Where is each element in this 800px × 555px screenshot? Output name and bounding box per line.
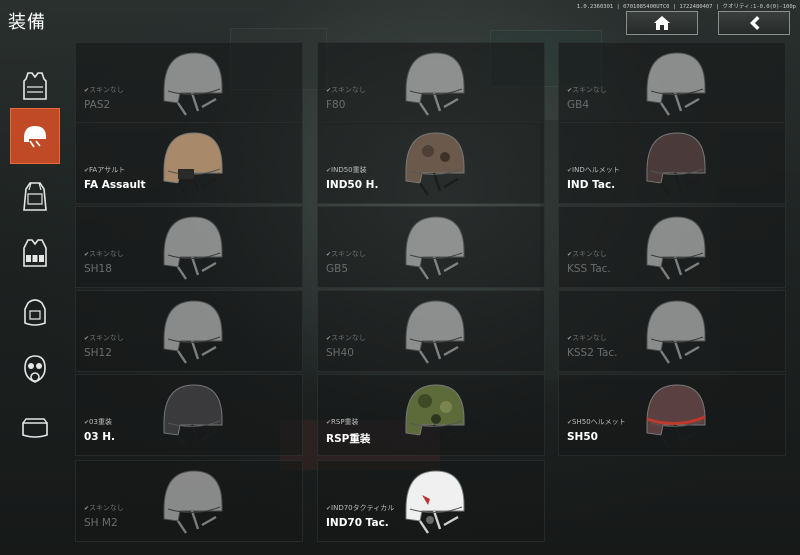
- equipment-card[interactable]: FAアサルト FA Assault: [75, 122, 303, 204]
- equipment-card[interactable]: スキンなし SH40: [317, 290, 545, 372]
- helmet-icon: [24, 126, 46, 148]
- sidebar-item-pouch[interactable]: [10, 400, 60, 456]
- skin-label: INDヘルメット: [567, 165, 620, 175]
- equipment-card[interactable]: スキンなし PAS2: [75, 42, 303, 124]
- equipment-card[interactable]: RSP重装 RSP重装: [317, 374, 545, 456]
- skin-label: SH50ヘルメット: [567, 417, 626, 427]
- equipment-name: KSS2 Tac.: [567, 347, 618, 359]
- equipment-name: IND70 Tac.: [326, 517, 389, 529]
- equipment-card[interactable]: SH50ヘルメット SH50: [558, 374, 786, 456]
- equipment-card[interactable]: IND50重装 IND50 H.: [317, 122, 545, 204]
- equipment-card[interactable]: スキンなし GB5: [317, 206, 545, 288]
- equipment-card[interactable]: スキンなし SH M2: [75, 460, 303, 542]
- helmet-icon: [158, 47, 228, 121]
- skin-label: スキンなし: [84, 503, 124, 513]
- equipment-name: SH18: [84, 263, 112, 275]
- helmet-icon: [641, 295, 711, 369]
- skin-label: スキンなし: [326, 249, 366, 259]
- skin-label: スキンなし: [326, 333, 366, 343]
- equipment-card[interactable]: スキンなし SH18: [75, 206, 303, 288]
- helmet-icon: [641, 211, 711, 285]
- helmet-icon: [158, 379, 228, 453]
- equipment-name: GB5: [326, 263, 349, 275]
- pouch-icon: [22, 418, 48, 438]
- pack-icon: [24, 299, 46, 326]
- helmet-icon: [641, 127, 711, 201]
- helmet-icon: [158, 465, 228, 539]
- equipment-name: SH40: [326, 347, 354, 359]
- equipment-grid: スキンなし PAS2 スキンなし F80 スキンなし GB4 FAアサルト FA Ass…: [75, 42, 800, 555]
- helmet-icon: [641, 47, 711, 121]
- skin-label: スキンなし: [84, 85, 124, 95]
- equipment-card[interactable]: スキンなし F80: [317, 42, 545, 124]
- equipment-card[interactable]: スキンなし KSS Tac.: [558, 206, 786, 288]
- sidebar-item-pack[interactable]: [10, 284, 60, 340]
- sidebar-item-backpack[interactable]: [10, 168, 60, 224]
- equipment-name: PAS2: [84, 99, 111, 111]
- home-icon: [654, 16, 670, 30]
- helmet-icon: [400, 295, 470, 369]
- helmet-icon: [641, 379, 711, 453]
- skin-label: スキンなし: [326, 85, 366, 95]
- equipment-name: KSS Tac.: [567, 263, 611, 275]
- version-info: 1.0.2360301 | 0701085400UTC0 | 172248040…: [576, 4, 796, 10]
- skin-label: スキンなし: [567, 85, 607, 95]
- equipment-name: F80: [326, 99, 346, 111]
- skin-label: スキンなし: [567, 249, 607, 259]
- equipment-name: SH M2: [84, 517, 118, 529]
- chevron-left-icon: [750, 16, 760, 30]
- helmet-icon: [400, 47, 470, 121]
- skin-label: IND50重装: [326, 165, 367, 175]
- skin-label: RSP重装: [326, 417, 359, 427]
- page-title: 装備: [8, 12, 46, 33]
- equipment-name: 03 H.: [84, 431, 116, 443]
- back-button[interactable]: [718, 11, 790, 35]
- equipment-card[interactable]: IND70タクティカル IND70 Tac.: [317, 460, 545, 542]
- sidebar-item-vest[interactable]: [10, 58, 60, 114]
- helmet-icon: [158, 295, 228, 369]
- helmet-icon: [400, 211, 470, 285]
- equipment-name: IND Tac.: [567, 179, 616, 191]
- equipment-card[interactable]: INDヘルメット IND Tac.: [558, 122, 786, 204]
- skin-label: スキンなし: [567, 333, 607, 343]
- home-button[interactable]: [626, 11, 698, 35]
- equipment-name: SH12: [84, 347, 112, 359]
- equipment-card[interactable]: スキンなし GB4: [558, 42, 786, 124]
- equipment-name: FA Assault: [84, 179, 146, 191]
- skin-label: スキンなし: [84, 249, 124, 259]
- equipment-name: RSP重装: [326, 433, 371, 445]
- equipment-name: SH50: [567, 431, 598, 443]
- skin-label: IND70タクティカル: [326, 503, 394, 513]
- helmet-icon: [158, 211, 228, 285]
- helmet-icon: [158, 127, 228, 201]
- equipment-card[interactable]: スキンなし SH12: [75, 290, 303, 372]
- skin-label: スキンなし: [84, 333, 124, 343]
- sidebar-item-tactical-rig[interactable]: [10, 226, 60, 282]
- sidebar-item-helmet[interactable]: [10, 108, 60, 164]
- skin-label: 03重装: [84, 417, 112, 427]
- gas-mask-icon: [24, 355, 46, 383]
- backpack-icon: [23, 182, 47, 211]
- helmet-icon: [400, 127, 470, 201]
- helmet-icon: [400, 379, 470, 453]
- equipment-card[interactable]: スキンなし KSS2 Tac.: [558, 290, 786, 372]
- helmet-icon: [400, 465, 470, 539]
- equipment-name: IND50 H.: [326, 179, 379, 191]
- vest-icon: [23, 72, 47, 100]
- equipment-card[interactable]: 03重装 03 H.: [75, 374, 303, 456]
- tactical-rig-icon: [23, 239, 47, 267]
- sidebar-item-gas-mask[interactable]: [10, 342, 60, 398]
- skin-label: FAアサルト: [84, 165, 125, 175]
- equipment-name: GB4: [567, 99, 590, 111]
